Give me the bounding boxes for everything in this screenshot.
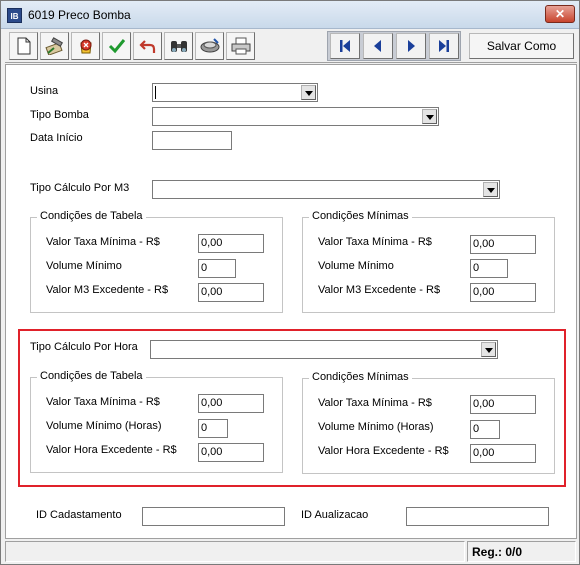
tipo-calculo-m3-label: Tipo Cálculo Por M3: [30, 182, 130, 194]
excedente-label: Valor M3 Excedente - R$: [46, 284, 169, 296]
save-as-button[interactable]: Salvar Como: [469, 33, 574, 59]
last-record-icon: [439, 40, 449, 52]
next-record-icon: [408, 40, 415, 52]
taxa-minima-label: Valor Taxa Mínima - R$: [46, 396, 160, 408]
chevron-down-icon[interactable]: [422, 109, 437, 124]
usina-combobox[interactable]: [152, 83, 318, 102]
excedente-label: Valor M3 Excedente - R$: [318, 284, 441, 296]
group-title: Condições de Tabela: [37, 210, 146, 222]
chevron-down-icon[interactable]: [483, 182, 498, 197]
search-button[interactable]: [164, 32, 193, 60]
app-window: IB 6019 Preco Bomba ✕ Salvar Como Usina …: [0, 0, 580, 565]
excedente-field[interactable]: 0,00: [198, 283, 264, 302]
edit-icon: [44, 37, 63, 55]
record-navigation: [327, 31, 461, 61]
last-record-button[interactable]: [429, 33, 459, 59]
taxa-minima-field[interactable]: 0,00: [198, 234, 264, 253]
previous-record-button[interactable]: [363, 33, 393, 59]
next-record-button[interactable]: [396, 33, 426, 59]
taxa-minima-field[interactable]: 0,00: [198, 394, 264, 413]
hora-condicoes-minimas-group: Condições Mínimas Valor Taxa Mínima - R$…: [302, 371, 555, 474]
tipo-bomba-label: Tipo Bomba: [30, 109, 89, 121]
close-button[interactable]: ✕: [545, 5, 575, 23]
text-cursor: [155, 86, 156, 99]
volume-minimo-label: Volume Mínimo (Horas): [318, 421, 434, 433]
first-record-icon: [340, 40, 350, 52]
taxa-minima-field[interactable]: 0,00: [470, 235, 536, 254]
tipo-bomba-combobox[interactable]: [152, 107, 439, 126]
window-title: 6019 Preco Bomba: [28, 8, 131, 22]
delete-icon: [79, 39, 92, 54]
confirm-button[interactable]: [102, 32, 131, 60]
group-title: Condições Mínimas: [309, 210, 412, 222]
highlight-box-hora: Tipo Cálculo Por Hora Condições de Tabel…: [18, 329, 566, 487]
excedente-label: Valor Hora Excedente - R$: [46, 444, 177, 456]
search-binoculars-icon: [170, 41, 187, 52]
volume-minimo-label: Volume Mínimo (Horas): [46, 420, 162, 432]
print-icon: [231, 37, 250, 55]
clear-icon: [200, 38, 219, 53]
form-panel: Usina Tipo Bomba Data Início Tipo Cálcul…: [5, 64, 577, 539]
volume-minimo-field[interactable]: 0: [470, 259, 508, 278]
record-counter: Reg.: 0/0: [467, 541, 576, 562]
chevron-down-icon[interactable]: [301, 85, 316, 100]
new-button[interactable]: [9, 32, 38, 60]
delete-button[interactable]: [71, 32, 100, 60]
previous-record-icon: [374, 40, 381, 52]
undo-button[interactable]: [133, 32, 162, 60]
chevron-down-icon[interactable]: [481, 342, 496, 357]
tipo-calculo-hora-combobox[interactable]: [150, 340, 498, 359]
excedente-field[interactable]: 0,00: [470, 283, 536, 302]
m3-condicoes-tabela-group: Condições de Tabela Valor Taxa Mínima - …: [30, 210, 283, 313]
excedente-label: Valor Hora Excedente - R$: [318, 445, 449, 457]
first-record-button[interactable]: [330, 33, 360, 59]
title-bar[interactable]: IB 6019 Preco Bomba ✕: [1, 1, 579, 29]
print-button[interactable]: [226, 32, 255, 60]
data-inicio-label: Data Início: [30, 132, 83, 144]
taxa-minima-field[interactable]: 0,00: [470, 395, 536, 414]
undo-icon: [138, 40, 155, 53]
id-cadastramento-field[interactable]: [142, 507, 285, 526]
toolbar: Salvar Como: [5, 31, 577, 63]
app-icon: IB: [7, 8, 22, 23]
taxa-minima-label: Valor Taxa Mínima - R$: [46, 236, 160, 248]
usina-label: Usina: [30, 85, 59, 97]
id-cadastramento-label: ID Cadastamento: [36, 509, 122, 521]
excedente-field[interactable]: 0,00: [470, 444, 536, 463]
status-message: [5, 541, 465, 562]
taxa-minima-label: Valor Taxa Mínima - R$: [318, 236, 432, 248]
tipo-calculo-m3-combobox[interactable]: [152, 180, 500, 199]
clear-button[interactable]: [195, 32, 224, 60]
taxa-minima-label: Valor Taxa Mínima - R$: [318, 397, 432, 409]
data-inicio-field[interactable]: [152, 131, 232, 150]
id-atualizacao-field[interactable]: [406, 507, 549, 526]
volume-minimo-field[interactable]: 0: [198, 419, 228, 438]
volume-minimo-field[interactable]: 0: [198, 259, 236, 278]
tipo-calculo-hora-label: Tipo Cálculo Por Hora: [30, 341, 138, 353]
confirm-icon: [108, 39, 125, 54]
edit-button[interactable]: [40, 32, 69, 60]
status-bar: Reg.: 0/0: [5, 541, 577, 563]
id-atualizacao-label: ID Aualizacao: [301, 509, 369, 521]
new-document-icon: [17, 37, 30, 55]
group-title: Condições de Tabela: [37, 370, 146, 382]
volume-minimo-label: Volume Mínimo: [318, 260, 394, 272]
volume-minimo-label: Volume Mínimo: [46, 260, 122, 272]
excedente-field[interactable]: 0,00: [198, 443, 264, 462]
group-title: Condições Mínimas: [309, 371, 412, 383]
m3-condicoes-minimas-group: Condições Mínimas Valor Taxa Mínima - R$…: [302, 210, 555, 313]
volume-minimo-field[interactable]: 0: [470, 420, 500, 439]
hora-condicoes-tabela-group: Condições de Tabela Valor Taxa Mínima - …: [30, 370, 283, 473]
